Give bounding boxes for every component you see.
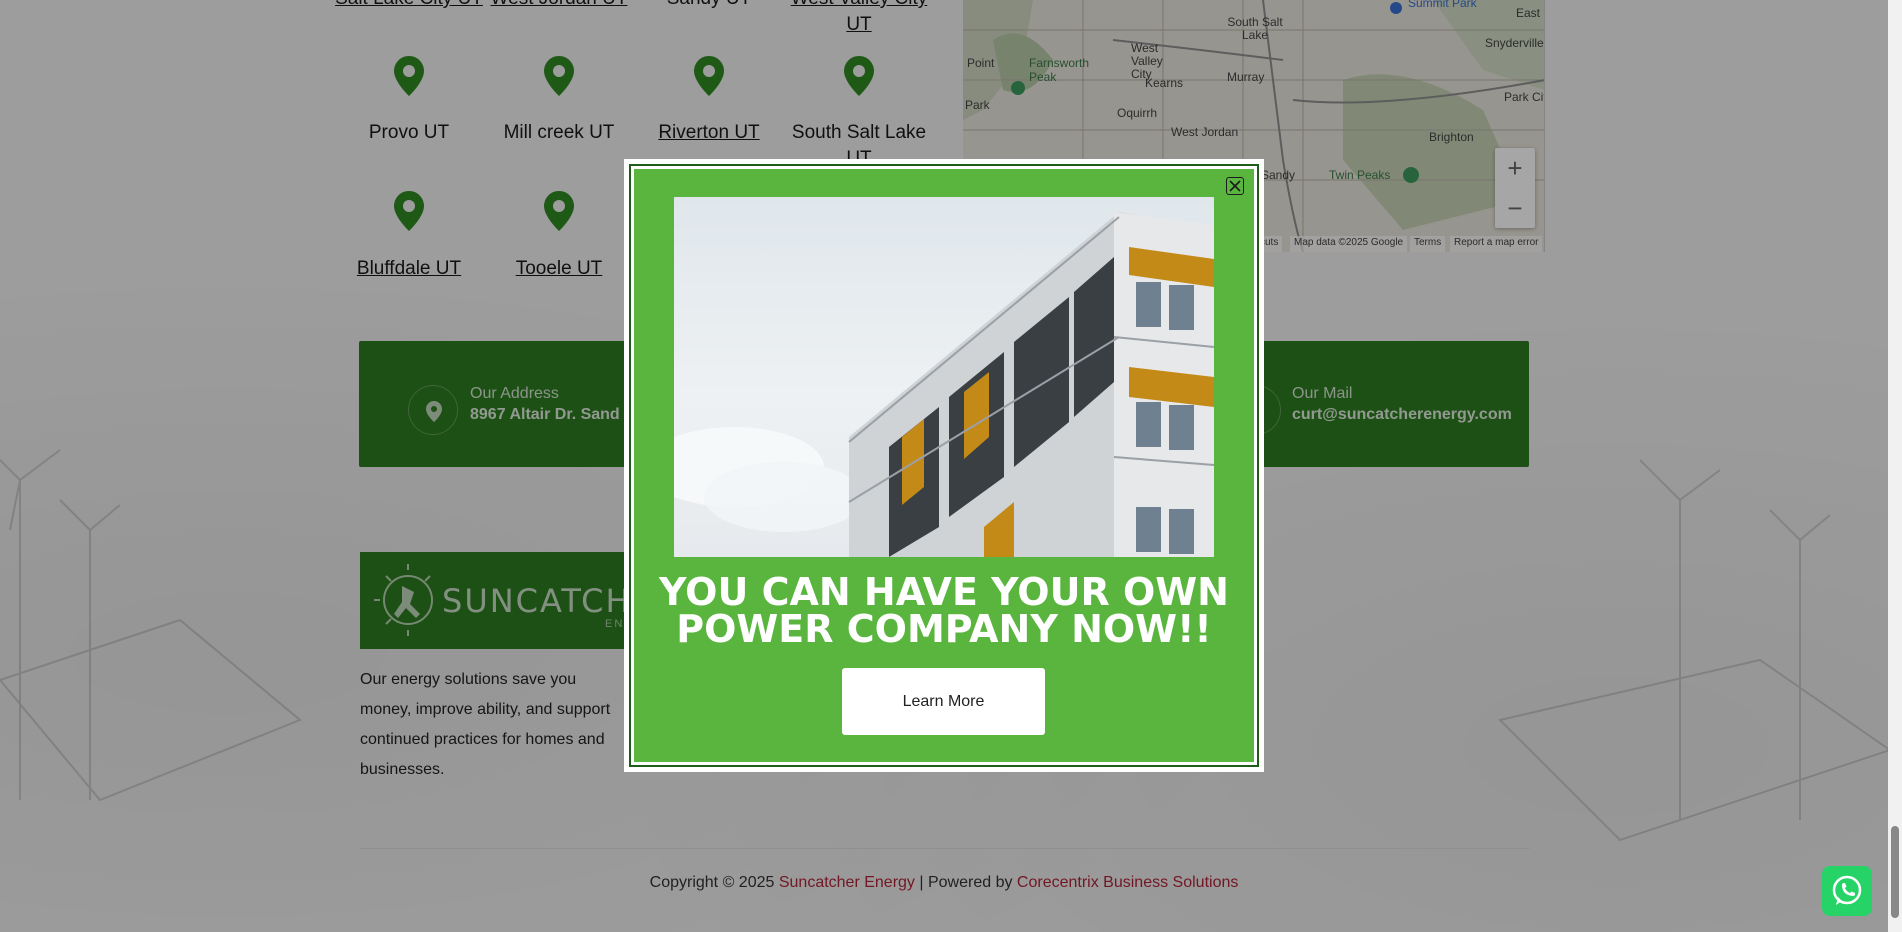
- popup-headline: YOU CAN HAVE YOUR OWN POWER COMPANY NOW!…: [659, 570, 1229, 651]
- page-scrollbar[interactable]: [1888, 0, 1902, 932]
- building-image: [674, 197, 1214, 557]
- whatsapp-icon: [1832, 875, 1862, 905]
- learn-more-button[interactable]: Learn More: [842, 668, 1045, 735]
- whatsapp-button[interactable]: [1822, 866, 1872, 916]
- scrollbar-thumb[interactable]: [1891, 826, 1899, 918]
- close-icon[interactable]: [1226, 177, 1244, 195]
